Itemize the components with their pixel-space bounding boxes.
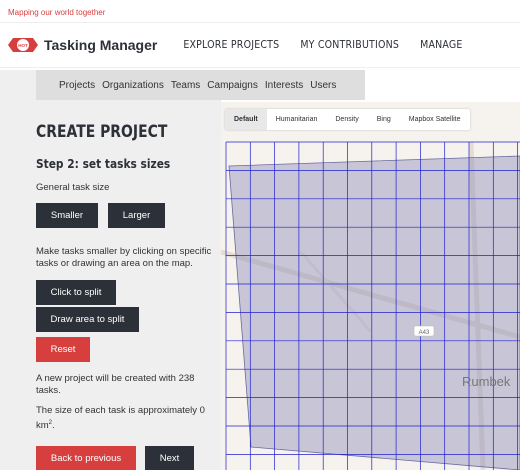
- logo[interactable]: HOT Tasking Manager: [8, 36, 183, 54]
- layer-tab-humanitarian[interactable]: Humanitarian: [267, 109, 327, 130]
- layer-switcher: Default Humanitarian Density Bing Mapbox…: [225, 109, 470, 130]
- top-navbar: HOT Tasking Manager EXPLORE PROJECTS MY …: [0, 22, 520, 68]
- submenu-users[interactable]: Users: [310, 80, 336, 91]
- layer-tab-bing[interactable]: Bing: [368, 109, 400, 130]
- road-label: A43: [419, 330, 430, 336]
- task-grid-map[interactable]: A43 Rumbek Default Humanitarian Density …: [221, 102, 520, 470]
- general-size-label: General task size: [36, 182, 110, 193]
- logo-badge-text: HOT: [18, 43, 28, 48]
- nav-explore-projects[interactable]: EXPLORE PROJECTS: [183, 39, 279, 51]
- layer-tab-mapbox-satellite[interactable]: Mapbox Satellite: [400, 109, 470, 130]
- map-canvas[interactable]: A43 Rumbek: [221, 102, 520, 470]
- larger-button[interactable]: Larger: [108, 203, 165, 228]
- submenu-organizations[interactable]: Organizations: [102, 80, 164, 91]
- tagline: Mapping our world together: [8, 8, 106, 17]
- nav-manage[interactable]: MANAGE: [420, 39, 462, 51]
- task-size-text: The size of each task is approximately 0…: [36, 405, 216, 432]
- submenu-projects[interactable]: Projects: [59, 80, 95, 91]
- task-size-value: The size of each task is approximately 0…: [36, 405, 205, 432]
- place-label: Rumbek: [462, 374, 511, 389]
- click-to-split-button[interactable]: Click to split: [36, 280, 116, 305]
- layer-tab-density[interactable]: Density: [326, 109, 367, 130]
- submenu-teams[interactable]: Teams: [171, 80, 200, 91]
- submenu-campaigns[interactable]: Campaigns: [207, 80, 258, 91]
- manage-submenu: Projects Organizations Teams Campaigns I…: [36, 70, 365, 100]
- task-size-end: .: [52, 420, 55, 432]
- submenu-interests[interactable]: Interests: [265, 80, 303, 91]
- split-instructions: Make tasks smaller by clicking on specif…: [36, 246, 212, 269]
- nav-my-contributions[interactable]: MY CONTRIBUTIONS: [300, 39, 399, 51]
- project-info-text: A new project will be created with 238 t…: [36, 373, 195, 396]
- next-button[interactable]: Next: [145, 446, 194, 470]
- layer-tab-default[interactable]: Default: [225, 109, 267, 130]
- hot-logo-icon: HOT: [8, 38, 38, 52]
- draw-area-to-split-button[interactable]: Draw area to split: [36, 307, 139, 332]
- project-area-overlay: [228, 155, 520, 470]
- step-title: Step 2: set tasks sizes: [36, 156, 171, 171]
- page-title: CREATE PROJECT: [36, 122, 168, 142]
- create-project-form: CREATE PROJECT Step 2: set tasks sizes G…: [36, 122, 216, 470]
- smaller-button[interactable]: Smaller: [36, 203, 98, 228]
- back-to-previous-button[interactable]: Back to previous: [36, 446, 136, 470]
- reset-button[interactable]: Reset: [36, 337, 90, 362]
- app-title: Tasking Manager: [44, 37, 158, 53]
